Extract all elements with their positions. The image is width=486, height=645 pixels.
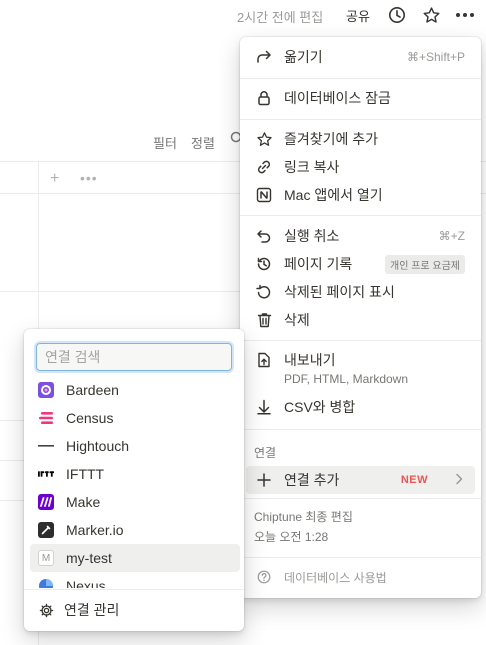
connection-search-input[interactable] bbox=[36, 343, 232, 371]
connection-item-bardeen[interactable]: Bardeen bbox=[30, 376, 240, 404]
restore-icon bbox=[254, 282, 274, 302]
menu-item-export[interactable]: 내보내기 bbox=[246, 346, 475, 374]
connections-submenu: Bardeen Census Hightouch IFTTT Make bbox=[24, 329, 244, 631]
export-file-icon bbox=[254, 350, 274, 370]
ifttt-logo-icon bbox=[38, 466, 54, 482]
notion-logo-icon bbox=[254, 185, 274, 205]
sort-button[interactable]: 정렬 bbox=[191, 133, 215, 152]
gear-icon bbox=[38, 602, 54, 618]
menu-item-database-help[interactable]: 데이터베이스 사용법 bbox=[246, 563, 475, 591]
connection-item-make[interactable]: Make bbox=[30, 488, 240, 516]
add-column-icon[interactable]: + bbox=[50, 170, 59, 188]
shortcut-text: ⌘+Shift+P bbox=[406, 50, 465, 64]
column-more-icon[interactable]: ••• bbox=[80, 170, 98, 186]
menu-item-open-in-mac-app[interactable]: Mac 앱에서 열기 bbox=[246, 181, 475, 209]
redo-arrow-icon bbox=[254, 47, 274, 67]
more-horizontal-icon[interactable] bbox=[455, 5, 475, 25]
menu-divider bbox=[240, 215, 481, 216]
menu-item-copy-link[interactable]: 링크 복사 bbox=[246, 153, 475, 181]
star-icon bbox=[254, 129, 274, 149]
last-edited-time-text: 오늘 오전 1:28 bbox=[254, 530, 329, 544]
menu-item-move[interactable]: 옮기기 ⌘+Shift+P bbox=[246, 43, 475, 71]
connection-item-nexus[interactable]: Nexus bbox=[30, 572, 240, 588]
connection-item-markerio[interactable]: Marker.io bbox=[30, 516, 240, 544]
hightouch-logo-icon bbox=[38, 438, 54, 454]
connection-item-ifttt[interactable]: IFTTT bbox=[30, 460, 240, 488]
connection-item-hightouch[interactable]: Hightouch bbox=[30, 432, 240, 460]
new-badge: NEW bbox=[400, 474, 428, 486]
last-edited-by-text: Chiptune 최종 편집 bbox=[254, 510, 353, 524]
filter-button[interactable]: 필터 bbox=[153, 133, 177, 152]
page-options-menu: 옮기기 ⌘+Shift+P 데이터베이스 잠금 즐겨찾기에 추가 링크 복사 M… bbox=[240, 37, 481, 598]
connection-list[interactable]: Bardeen Census Hightouch IFTTT Make Mark… bbox=[24, 376, 244, 588]
menu-divider bbox=[240, 340, 481, 341]
undo-icon bbox=[254, 226, 274, 246]
letter-m-icon: M bbox=[38, 550, 54, 566]
markerio-logo-icon bbox=[38, 522, 54, 538]
download-arrow-icon bbox=[254, 397, 274, 417]
menu-divider bbox=[240, 557, 481, 558]
top-bar: 2시간 전에 편집 공유 bbox=[0, 0, 486, 30]
menu-item-undo[interactable]: 실행 취소 ⌘+Z bbox=[246, 222, 475, 250]
nexus-logo-icon bbox=[38, 578, 54, 588]
history-icon bbox=[254, 254, 274, 274]
shortcut-text: ⌘+Z bbox=[438, 229, 465, 243]
export-formats-text: PDF, HTML, Markdown bbox=[284, 372, 409, 386]
share-button[interactable]: 공유 bbox=[346, 6, 370, 25]
link-icon bbox=[254, 157, 274, 177]
census-logo-icon bbox=[38, 410, 54, 426]
make-logo-icon bbox=[38, 494, 54, 510]
star-icon[interactable] bbox=[421, 5, 441, 25]
clock-icon[interactable] bbox=[387, 5, 407, 25]
menu-divider bbox=[240, 429, 481, 430]
menu-divider bbox=[240, 498, 481, 499]
submenu-divider bbox=[24, 589, 244, 590]
menu-item-show-deleted-pages[interactable]: 삭제된 페이지 표시 bbox=[246, 278, 475, 306]
plus-icon bbox=[254, 470, 274, 490]
menu-item-add-connection[interactable]: 연결 추가 NEW bbox=[246, 466, 475, 494]
menu-item-add-favorite[interactable]: 즐겨찾기에 추가 bbox=[246, 125, 475, 153]
menu-item-delete[interactable]: 삭제 bbox=[246, 306, 475, 334]
bardeen-logo-icon bbox=[38, 382, 54, 398]
lock-icon bbox=[254, 88, 274, 108]
trash-icon bbox=[254, 310, 274, 330]
chevron-right-icon bbox=[455, 472, 463, 488]
menu-item-lock-database[interactable]: 데이터베이스 잠금 bbox=[246, 84, 475, 112]
menu-item-merge-csv[interactable]: CSV와 병합 bbox=[246, 393, 475, 421]
connection-item-census[interactable]: Census bbox=[30, 404, 240, 432]
manage-connections-button[interactable]: 연결 관리 bbox=[30, 596, 238, 624]
connections-section-label: 연결 bbox=[254, 446, 277, 460]
last-edited-text: 2시간 전에 편집 bbox=[237, 10, 324, 25]
connection-item-my-test[interactable]: M my-test bbox=[30, 544, 240, 572]
menu-item-page-history[interactable]: 페이지 기록 개인 프로 요금제 bbox=[246, 250, 475, 278]
menu-divider bbox=[240, 78, 481, 79]
table-row-border bbox=[0, 291, 240, 292]
menu-divider bbox=[240, 119, 481, 120]
help-circle-icon bbox=[254, 567, 274, 587]
plan-badge: 개인 프로 요금제 bbox=[385, 254, 465, 274]
